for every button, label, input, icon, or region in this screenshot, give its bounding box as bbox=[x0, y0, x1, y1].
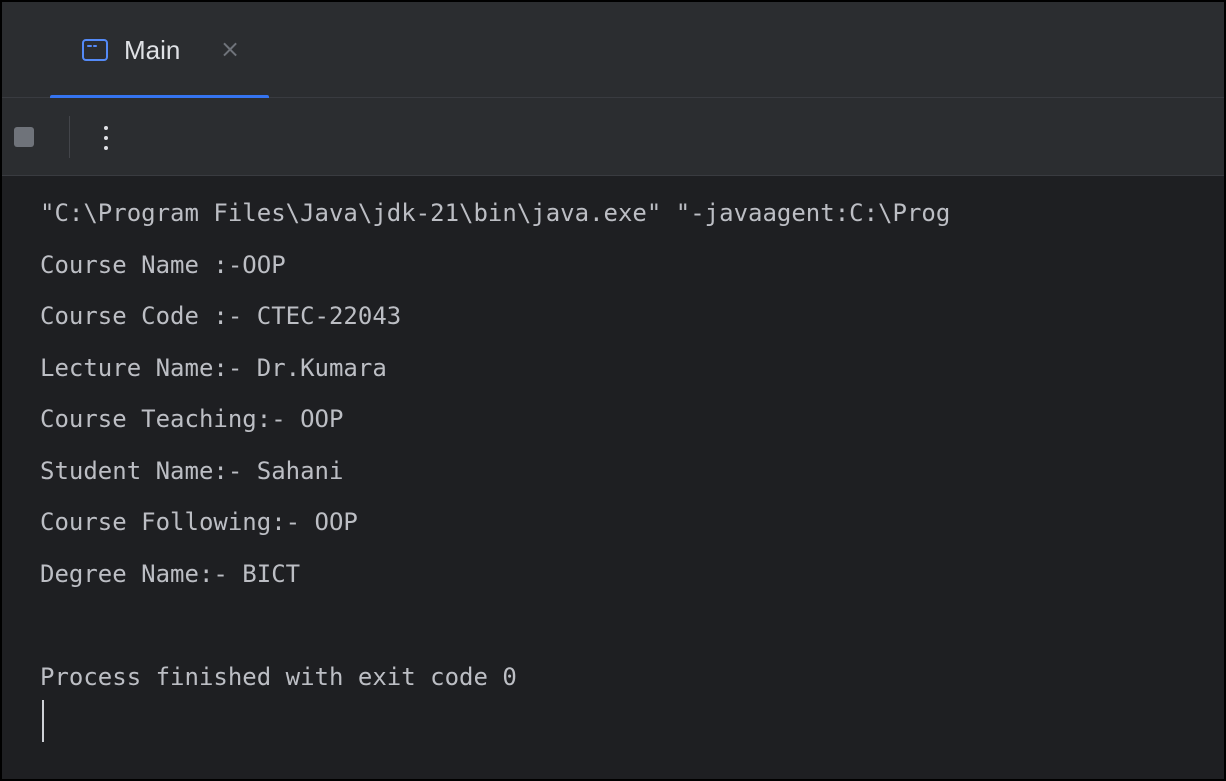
tab-main[interactable]: Main × bbox=[50, 2, 270, 100]
more-options-button[interactable] bbox=[96, 120, 116, 156]
console-line: Course Teaching:- OOP bbox=[40, 405, 344, 433]
stop-button[interactable] bbox=[14, 127, 34, 147]
console-line-command: "C:\Program Files\Java\jdk-21\bin\java.e… bbox=[40, 199, 951, 227]
run-tab-bar: Main × bbox=[2, 2, 1224, 100]
tab-label: Main bbox=[124, 35, 181, 65]
text-caret bbox=[42, 700, 44, 742]
stop-icon bbox=[14, 127, 34, 147]
console-window-icon bbox=[82, 39, 108, 61]
console-line: Student Name:- Sahani bbox=[40, 456, 344, 485]
console-line: Lecture Name:- Dr.Kumara bbox=[40, 353, 387, 382]
console-lines: "C:\Program Files\Java\jdk-21\bin\java.e… bbox=[40, 196, 950, 711]
console-output[interactable]: "C:\Program Files\Java\jdk-21\bin\java.e… bbox=[2, 176, 1224, 779]
console-line-blank bbox=[40, 608, 950, 660]
console-line: Course Name :-OOP bbox=[40, 250, 286, 279]
console-line: Course Code :- CTEC-22043 bbox=[40, 302, 402, 330]
close-icon[interactable]: × bbox=[220, 32, 240, 66]
run-tool-window: Main × "C:\Program Files\Java\jdk-21\bin… bbox=[0, 0, 1226, 781]
console-line: Course Following:- OOP bbox=[40, 508, 358, 536]
run-toolbar bbox=[2, 98, 1224, 176]
more-vertical-icon bbox=[104, 126, 108, 130]
console-line: Degree Name:- BICT bbox=[40, 559, 301, 588]
toolbar-separator bbox=[69, 116, 70, 158]
console-line-exit-status: Process finished with exit code 0 bbox=[40, 662, 517, 691]
